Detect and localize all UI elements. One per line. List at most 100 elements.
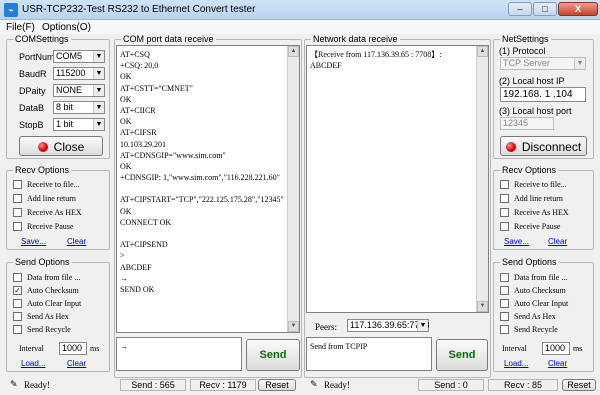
stopbits-select[interactable]: 1 bit ▼ — [53, 118, 105, 131]
left-interval-input[interactable]: 1000 — [59, 342, 87, 355]
scrollbar[interactable]: ▲ ▼ — [287, 46, 299, 332]
disconnect-button[interactable]: Disconnect — [500, 136, 587, 156]
right-recv-receive-to-file[interactable]: Receive to file... — [500, 179, 567, 192]
baud-value: 115200 — [56, 68, 86, 78]
left-recv-receive-pause[interactable]: Receive Pause — [13, 221, 74, 234]
reset-button-left[interactable]: Reset — [258, 379, 296, 391]
baud-select[interactable]: 115200 ▼ — [53, 67, 105, 80]
minimize-button[interactable]: – — [508, 2, 532, 16]
network-send-button[interactable]: Send — [436, 339, 488, 371]
checkbox[interactable] — [500, 298, 509, 308]
parity-select[interactable]: NONE ▼ — [53, 84, 105, 97]
right-interval-input[interactable]: 1000 — [542, 342, 570, 355]
send-count-right: Send : 0 — [418, 379, 484, 391]
status-bar-right: ✎ Ready! Send : 0 Recv : 85 Reset — [300, 379, 600, 392]
left-send-auto-checksum[interactable]: ✓ Auto Checksum — [13, 285, 79, 298]
checkbox[interactable] — [13, 221, 22, 231]
left-recv-add-line-return[interactable]: Add line return — [13, 193, 76, 206]
checkbox-label: Receive Pause — [27, 222, 74, 231]
right-send-data-from-file[interactable]: Data from file ... — [500, 272, 567, 285]
left-send-send-as-hex[interactable]: Send As Hex — [13, 311, 69, 324]
left-send-clear-link[interactable]: Clear — [67, 359, 86, 368]
left-recv-clear-link[interactable]: Clear — [67, 237, 86, 246]
scroll-up-icon[interactable]: ▲ — [288, 46, 299, 57]
maximize-button[interactable]: □ — [533, 2, 557, 16]
checkbox[interactable] — [13, 311, 22, 321]
menu-options[interactable]: Options(O) — [42, 22, 91, 33]
right-recv-add-line-return[interactable]: Add line return — [500, 193, 563, 206]
checkbox[interactable] — [500, 221, 509, 231]
scroll-up-icon[interactable]: ▲ — [477, 46, 488, 57]
checkbox[interactable] — [13, 193, 22, 203]
host-ip-input[interactable]: 192.168. 1 .104 — [500, 87, 586, 102]
com-receive-textarea[interactable]: AT+CSQ +CSQ: 20,0 OK AT+CSTT="CMNET" OK AT+CI… — [116, 45, 300, 333]
scroll-down-icon[interactable]: ▼ — [288, 321, 299, 332]
send-count-left: Send : 565 — [120, 379, 186, 391]
left-send-data-from-file[interactable]: Data from file ... — [13, 272, 81, 285]
checkbox[interactable] — [500, 285, 509, 295]
right-send-send-recycle[interactable]: Send Recycle — [500, 324, 558, 337]
left-send-load-link[interactable]: Load... — [21, 359, 45, 368]
scroll-down-icon[interactable]: ▼ — [477, 301, 488, 312]
text-line: AT+CSQ — [120, 50, 150, 59]
protocol-select[interactable]: TCP Server ▼ — [500, 57, 586, 70]
left-send-send-recycle[interactable]: Send Recycle — [13, 324, 71, 337]
right-recv-receive-as-hex[interactable]: Receive As HEX — [500, 207, 569, 220]
left-send-auto-clear-input[interactable]: Auto Clear Input — [13, 298, 81, 311]
left-send-options-legend: Send Options — [13, 257, 72, 267]
right-send-load-link[interactable]: Load... — [504, 359, 528, 368]
com-receive-lines: AT+CSQ +CSQ: 20,0 OK AT+CSTT="CMNET" OK AT+CI… — [120, 49, 285, 295]
checkbox[interactable] — [500, 272, 509, 282]
close-port-button[interactable]: Close — [19, 136, 103, 156]
text-line: SEND OK — [120, 284, 155, 294]
text-line: CONNECT OK — [120, 217, 172, 227]
text-line — [120, 183, 285, 194]
chevron-down-icon: ▼ — [574, 58, 585, 69]
checkbox[interactable] — [13, 179, 22, 189]
port-select[interactable]: COM5 ▼ — [53, 50, 105, 63]
right-recv-clear-link[interactable]: Clear — [548, 237, 567, 246]
left-recv-receive-as-hex[interactable]: Receive As HEX — [13, 207, 82, 220]
checkbox-label: Receive to file... — [514, 180, 567, 189]
checkbox[interactable] — [13, 272, 22, 282]
checkbox[interactable] — [500, 179, 509, 189]
checkbox[interactable] — [500, 207, 509, 217]
checkbox-label: Data from file ... — [27, 273, 81, 282]
right-recv-receive-pause[interactable]: Receive Pause — [500, 221, 560, 234]
baud-label: BaudR — [19, 69, 47, 79]
network-receive-textarea[interactable]: 【Receive from 117.136.39.65 : 7708】: ABCD… — [306, 45, 489, 313]
right-send-send-as-hex[interactable]: Send As Hex — [500, 311, 556, 324]
checkbox[interactable] — [500, 324, 509, 334]
checkbox[interactable] — [13, 324, 22, 334]
left-recv-save-link[interactable]: Save... — [21, 237, 46, 246]
net-settings-legend: NetSettings — [500, 34, 551, 44]
checkbox-label: Receive As HEX — [27, 208, 82, 217]
checkmark-icon[interactable]: ✓ — [13, 285, 22, 295]
menu-file[interactable]: File(F) — [6, 22, 35, 33]
status-ready-right: Ready! — [324, 380, 350, 390]
right-send-auto-clear-input[interactable]: Auto Clear Input — [500, 298, 568, 311]
status-ready-left: Ready! — [24, 380, 50, 390]
window-title: USR-TCP232-Test RS232 to Ethernet Conver… — [22, 4, 256, 15]
network-send-input[interactable]: Send from TCPIP — [306, 337, 432, 371]
checkbox[interactable] — [500, 193, 509, 203]
databits-select[interactable]: 8 bit ▼ — [53, 101, 105, 114]
close-window-button[interactable]: X — [558, 2, 598, 16]
left-recv-receive-to-file[interactable]: Receive to file... — [13, 179, 80, 192]
com-send-text: → — [120, 342, 128, 351]
checkbox[interactable] — [13, 207, 22, 217]
com-send-input[interactable]: → — [116, 337, 242, 371]
text-line — [120, 228, 285, 239]
text-line: 10.103.29.201 — [120, 139, 166, 149]
peers-select[interactable]: 117.136.39.65:7708 ▼ — [347, 319, 429, 332]
checkbox[interactable] — [500, 311, 509, 321]
scrollbar[interactable]: ▲ ▼ — [476, 46, 488, 312]
com-send-button[interactable]: Send — [246, 339, 300, 371]
host-port-input[interactable]: 12345 — [500, 117, 554, 130]
checkbox[interactable] — [13, 298, 22, 308]
status-bar-left: ✎ Ready! Send : 565 Recv : 1179 Reset — [0, 379, 300, 392]
reset-button-right[interactable]: Reset — [562, 379, 596, 391]
right-send-auto-checksum[interactable]: Auto Checksum — [500, 285, 566, 298]
right-recv-save-link[interactable]: Save... — [504, 237, 529, 246]
right-send-clear-link[interactable]: Clear — [548, 359, 567, 368]
